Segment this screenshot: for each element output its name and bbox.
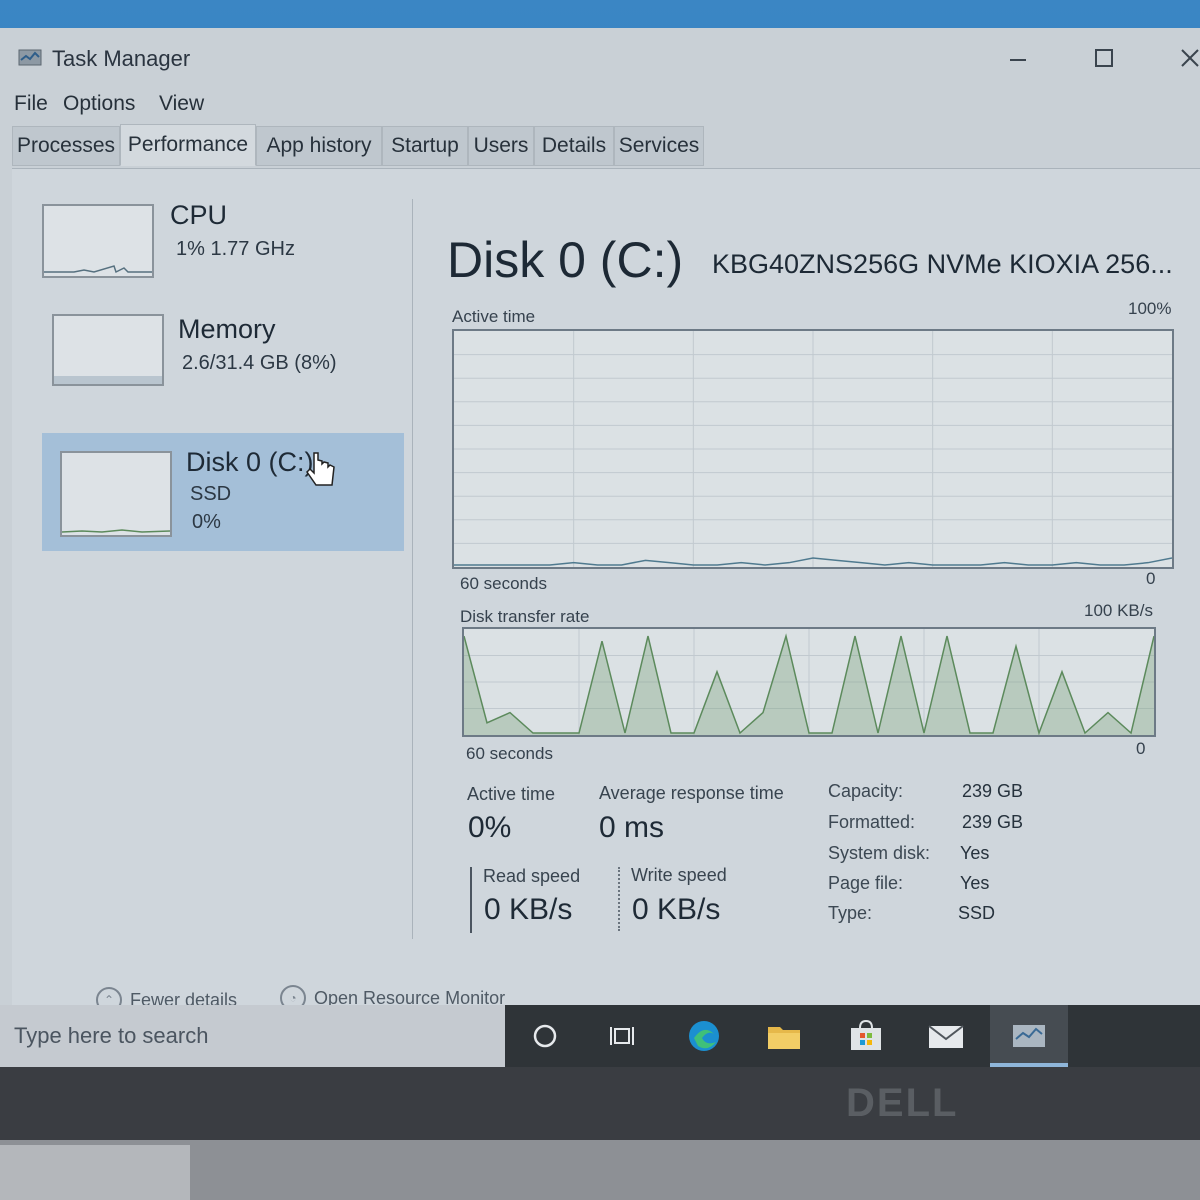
formatted-label: Formatted:: [828, 812, 916, 832]
write-speed-label: Write speed: [631, 865, 727, 885]
active-time-value: 0%: [468, 811, 512, 844]
tab-users[interactable]: Users: [468, 126, 534, 166]
tab-startup[interactable]: Startup: [382, 126, 468, 166]
edge-icon: [689, 1021, 719, 1051]
task-manager-taskbar-icon: [1013, 1025, 1045, 1047]
disk-heading: Disk 0 (C:): [447, 232, 684, 288]
transfer-rate-chart-span: 60 seconds: [466, 744, 553, 763]
task-manager-window: Task Manager File Options View Processes…: [0, 28, 1200, 1013]
disk-model: KBG40ZNS256G NVMe KIOXIA 256...: [712, 249, 1173, 279]
pane-divider: [412, 199, 413, 939]
disk-title-sidebar: Disk 0 (C:): [186, 447, 314, 477]
taskbar: Type here to search: [0, 1005, 1200, 1067]
capacity-label: Capacity:: [828, 781, 904, 801]
memory-mini-graph: [54, 376, 162, 384]
title-bar: Task Manager: [0, 28, 1200, 88]
disk-mini-graph: [61, 529, 171, 533]
capacity-value: 239 GB: [962, 781, 1024, 801]
active-time-chart-span: 60 seconds: [460, 574, 547, 593]
menu-view[interactable]: View: [159, 92, 204, 116]
tab-strip: Processes Performance App history Startu…: [12, 124, 1200, 169]
memory-thumbnail: [52, 314, 164, 386]
transfer-rate-chart-min: 0: [1136, 739, 1146, 758]
write-speed-marker: [618, 867, 620, 931]
system-disk-label: System disk:: [828, 843, 931, 863]
menu-file[interactable]: File: [14, 92, 48, 116]
dell-logo: DELL: [846, 1081, 958, 1124]
response-time-label: Average response time: [599, 783, 784, 803]
sidebar-item-disk[interactable]: Disk 0 (C:) SSD 0%: [42, 433, 404, 551]
disk-type-sidebar: SSD: [190, 483, 232, 505]
sidebar-item-memory[interactable]: Memory 2.6/31.4 GB (8%): [42, 314, 404, 429]
minimize-button[interactable]: [998, 38, 1038, 78]
type-label: Type:: [828, 903, 873, 923]
mail-icon: [928, 1025, 964, 1048]
cortana-button[interactable]: [525, 1017, 565, 1055]
minimize-icon: [1010, 59, 1026, 61]
memory-title: Memory: [178, 314, 276, 344]
memory-detail: 2.6/31.4 GB (8%): [182, 352, 337, 374]
page-file-label: Page file:: [828, 873, 904, 893]
task-manager-taskbar-button[interactable]: [1009, 1017, 1049, 1055]
tab-processes[interactable]: Processes: [12, 126, 120, 166]
read-speed-label: Read speed: [483, 866, 581, 886]
task-manager-icon: [18, 49, 42, 66]
task-view-icon: [610, 1027, 634, 1045]
mail-button[interactable]: [926, 1017, 966, 1055]
tab-performance[interactable]: Performance: [120, 124, 256, 166]
menu-bar: File Options View: [0, 90, 1200, 120]
tab-details[interactable]: Details: [534, 126, 614, 166]
transfer-rate-plot: [463, 629, 1155, 736]
response-time-value: 0 ms: [599, 811, 665, 844]
page-file-value: Yes: [960, 873, 990, 893]
maximize-button[interactable]: [1084, 38, 1124, 78]
type-value: SSD: [958, 903, 996, 923]
svg-text:DELL: DELL: [846, 1081, 958, 1124]
tab-services[interactable]: Services: [614, 126, 704, 166]
disk-usage-sidebar: 0%: [192, 511, 221, 533]
cortana-circle-icon: [533, 1024, 557, 1048]
file-explorer-button[interactable]: [764, 1017, 804, 1055]
store-bag-icon: [851, 1019, 881, 1050]
write-speed-value: 0 KB/s: [632, 893, 721, 926]
cpu-thumbnail: [42, 204, 154, 278]
window-title: Task Manager: [52, 46, 191, 71]
active-time-chart-min: 0: [1146, 569, 1156, 588]
search-placeholder: Type here to search: [14, 1023, 209, 1048]
cpu-detail: 1% 1.77 GHz: [176, 238, 295, 260]
folder-icon: [768, 1027, 800, 1049]
laptop-hinge: [0, 1145, 190, 1200]
task-view-button[interactable]: [602, 1017, 642, 1055]
transfer-rate-chart-label: Disk transfer rate: [460, 607, 590, 626]
active-time-chart: [452, 329, 1174, 569]
active-time-plot: [454, 331, 1173, 567]
active-time-chart-max: 100%: [1128, 299, 1172, 318]
formatted-value: 239 GB: [962, 812, 1024, 832]
maximize-icon: [1095, 49, 1113, 67]
sidebar-item-cpu[interactable]: CPU 1% 1.77 GHz: [42, 200, 404, 319]
menu-options[interactable]: Options: [63, 92, 135, 116]
close-icon: [1181, 49, 1199, 67]
active-time-label: Active time: [467, 784, 556, 804]
transfer-rate-chart: [462, 627, 1156, 737]
tab-app-history[interactable]: App history: [256, 126, 382, 166]
store-button[interactable]: [846, 1017, 886, 1055]
edge-button[interactable]: [684, 1017, 724, 1055]
taskbar-search-box[interactable]: Type here to search: [0, 1005, 505, 1067]
read-speed-marker: [470, 867, 472, 933]
close-button[interactable]: [1170, 38, 1200, 78]
cpu-mini-graph: [44, 265, 152, 274]
active-time-chart-label: Active time: [452, 307, 536, 326]
performance-panel: CPU 1% 1.77 GHz Memory 2.6/31.4 GB (8%) …: [12, 169, 1200, 1013]
disk-thumbnail: [60, 451, 172, 537]
hand-pointer-icon: [306, 452, 335, 486]
transfer-rate-chart-max: 100 KB/s: [1084, 601, 1153, 620]
system-disk-value: Yes: [960, 843, 990, 863]
read-speed-value: 0 KB/s: [484, 893, 573, 926]
cpu-title: CPU: [170, 200, 228, 230]
resource-list: CPU 1% 1.77 GHz Memory 2.6/31.4 GB (8%) …: [12, 169, 404, 969]
